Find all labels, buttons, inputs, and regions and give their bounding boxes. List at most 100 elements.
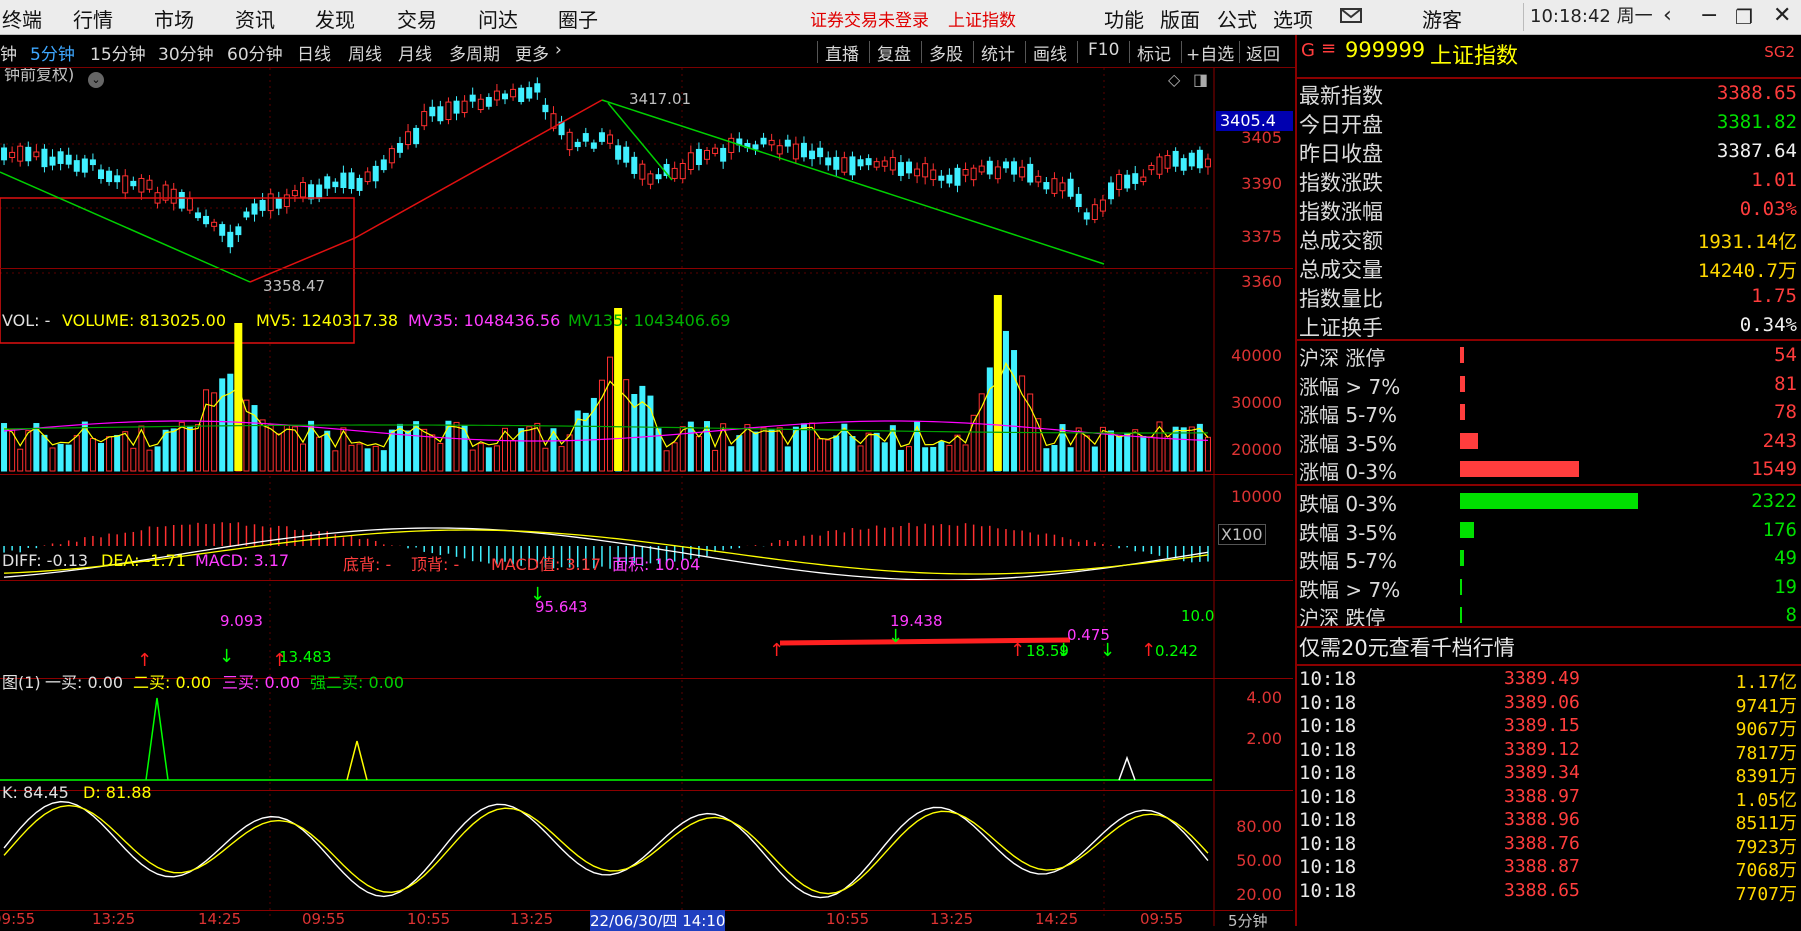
volume-bar: [98, 443, 104, 472]
restore-icon[interactable]: ❐: [1735, 5, 1753, 29]
candle-body: [720, 147, 727, 162]
tool-live[interactable]: 直播: [825, 40, 859, 65]
menu-terminal[interactable]: 终端: [2, 4, 42, 33]
menu-quotes[interactable]: 行情: [73, 4, 113, 33]
panel-toggle-icon[interactable]: ◨: [1193, 70, 1208, 89]
period-min[interactable]: 钟: [0, 40, 17, 65]
period-multi[interactable]: 多周期: [449, 40, 500, 65]
stat-row: 指数涨幅 0.03%: [1297, 195, 1801, 224]
close-icon[interactable]: ✕: [1773, 3, 1791, 28]
volume-bar: [526, 426, 533, 472]
menu-layout[interactable]: 版面: [1160, 4, 1200, 33]
candle-body: [671, 167, 678, 179]
volume-bar: [946, 444, 953, 472]
index-link[interactable]: 上证指数: [948, 6, 1016, 31]
g-icon[interactable]: G: [1301, 40, 1315, 61]
volume-bar: [259, 419, 266, 472]
stat-label: 今日开盘: [1299, 113, 1383, 137]
candle-body: [356, 177, 363, 191]
volume-bar: [1002, 330, 1009, 472]
volume-bar: [396, 423, 403, 472]
tool-back[interactable]: 返回: [1246, 40, 1280, 65]
breadth-value: 49: [1774, 547, 1797, 569]
breadth-label: 跌幅 > 7%: [1299, 577, 1401, 602]
tool-stats[interactable]: 统计: [981, 40, 1015, 65]
period-30min[interactable]: 30分钟: [158, 40, 214, 65]
volume-bar: [162, 429, 169, 472]
candle-body: [800, 142, 807, 158]
period-badge[interactable]: 5分钟: [1228, 910, 1268, 931]
diamond-icon[interactable]: ◇: [1168, 70, 1180, 89]
candle-body: [946, 174, 953, 184]
tool-watchlist[interactable]: +自选: [1186, 40, 1234, 65]
candle-body: [98, 169, 104, 179]
volume-bar: [17, 448, 24, 472]
time-label: 14:25: [1035, 910, 1079, 928]
breadth-bar: [1460, 493, 1638, 509]
breadth-label: 涨幅 5-7%: [1299, 403, 1398, 427]
volume-bar: [178, 421, 185, 472]
divider: [973, 41, 974, 63]
volume-bar: [283, 424, 290, 472]
breadth-label: 跌幅 5-7%: [1299, 549, 1398, 573]
menu-ask[interactable]: 问达: [478, 4, 518, 33]
candle-body: [679, 162, 686, 180]
chevron-right-icon[interactable]: ›: [555, 40, 562, 60]
period-day[interactable]: 日线: [297, 40, 331, 65]
minimize-icon[interactable]: −: [1700, 3, 1718, 28]
tool-multistock[interactable]: 多股: [929, 40, 963, 65]
breadth-value: 19: [1774, 575, 1797, 598]
menu-circle[interactable]: 圈子: [558, 4, 598, 33]
guest-user[interactable]: 游客: [1422, 4, 1462, 33]
breadth-row: 涨幅 > 7% 81: [1297, 370, 1801, 399]
period-60min[interactable]: 60分钟: [227, 40, 283, 65]
candle-body: [194, 212, 201, 219]
menu-news[interactable]: 资讯: [235, 4, 275, 33]
chart-canvas[interactable]: 3417.01 3358.47 钟前复权): [0, 68, 1293, 926]
tool-mark[interactable]: 标记: [1137, 40, 1171, 65]
period-5min[interactable]: 5分钟: [30, 40, 75, 65]
mv5-value: MV5: 1240317.38: [256, 311, 399, 330]
period-more[interactable]: 更多: [515, 40, 549, 65]
tool-review[interactable]: 复盘: [877, 40, 911, 65]
vol-axis-label: 30000: [1231, 393, 1282, 412]
candle-body: [1140, 176, 1147, 183]
mail-icon[interactable]: [1338, 2, 1364, 33]
price-axis-label: 3360: [1241, 272, 1282, 291]
menu-icon[interactable]: ≡: [1321, 38, 1336, 59]
candle-body: [768, 139, 775, 146]
stat-label: 总成交量: [1299, 258, 1383, 282]
candle-body: [1019, 166, 1026, 178]
period-month[interactable]: 月线: [398, 40, 432, 65]
dropdown-icon[interactable]: ⌄: [88, 72, 104, 88]
tool-f10[interactable]: F10: [1088, 40, 1119, 60]
volume-bar: [825, 439, 832, 472]
candle-body: [542, 104, 549, 113]
back-icon[interactable]: ‹: [1663, 3, 1672, 28]
macd-annotation: 9.093: [220, 612, 263, 630]
stat-value: 0.03%: [1739, 198, 1797, 220]
stat-value: 1.75: [1751, 285, 1797, 307]
volume-bar: [114, 434, 121, 472]
menu-market[interactable]: 市场: [154, 4, 194, 33]
candle-body: [938, 175, 945, 181]
period-15min[interactable]: 15分钟: [90, 40, 146, 65]
menu-formula[interactable]: 公式: [1217, 4, 1257, 33]
menu-trade[interactable]: 交易: [397, 4, 437, 33]
period-week[interactable]: 周线: [348, 40, 382, 65]
candle-body: [122, 175, 129, 194]
candle-body: [873, 161, 880, 168]
candle-body: [639, 163, 646, 180]
menu-function[interactable]: 功能: [1104, 4, 1144, 33]
candle-body: [1124, 174, 1131, 189]
menu-discover[interactable]: 发现: [315, 4, 355, 33]
menu-options[interactable]: 选项: [1273, 4, 1313, 33]
sg2-badge[interactable]: SG2: [1764, 43, 1795, 61]
tool-draw[interactable]: 画线: [1033, 40, 1067, 65]
breadth-value: 54: [1774, 344, 1797, 366]
login-alert[interactable]: 证券交易未登录: [810, 6, 929, 31]
promo-text[interactable]: 仅需20元查看千档行情: [1299, 632, 1515, 662]
breadth-row: 跌幅 3-5% 176: [1297, 516, 1801, 545]
volume-bar: [518, 428, 525, 472]
volume-bar: [219, 378, 226, 472]
